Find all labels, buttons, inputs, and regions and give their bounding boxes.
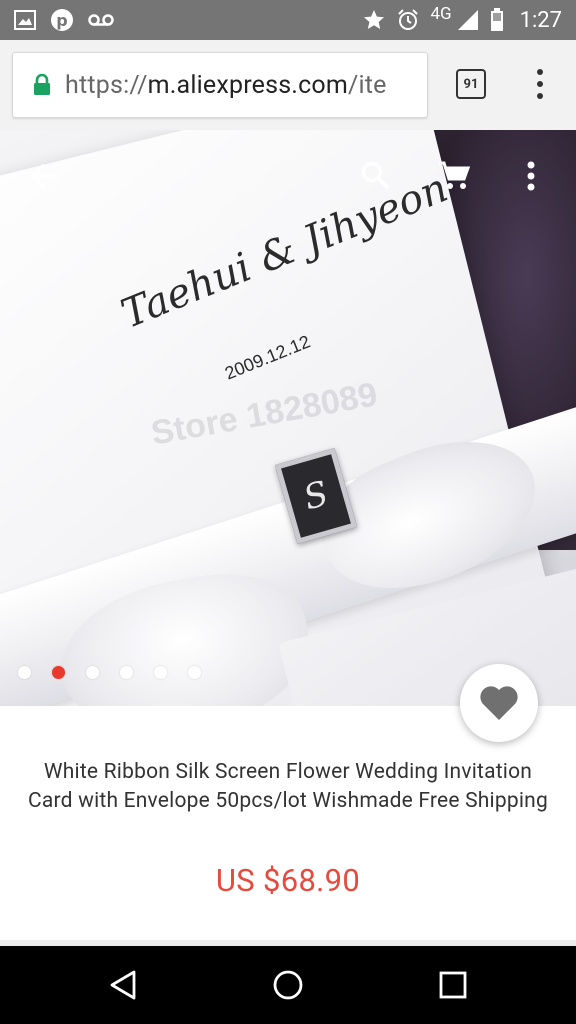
url-path: /ite [347,70,387,100]
back-arrow-icon [30,163,58,189]
recents-square-icon [439,971,467,999]
url-scheme: https:// [65,70,148,100]
product-price: US $68.90 [215,862,361,899]
tab-switcher-button[interactable]: 91 [456,69,486,99]
system-nav-bar [0,946,576,1024]
network-type: 4G [430,4,452,24]
home-circle-icon [273,970,303,1000]
carousel-dot[interactable] [120,666,133,679]
menu-dot [537,93,543,99]
search-button[interactable] [356,156,396,196]
battery-icon [490,8,504,32]
tab-count: 91 [463,76,479,92]
more-options-button[interactable] [511,156,551,196]
image-overlay-nav [0,130,576,220]
gallery-icon [14,10,36,30]
lock-icon [33,74,51,96]
cart-button[interactable] [434,156,474,196]
back-triangle-icon [110,970,136,1000]
search-icon [361,161,390,190]
nav-home-button[interactable] [258,955,318,1015]
carousel-dot[interactable] [18,666,31,679]
signal-icon [456,9,480,31]
product-info: White Ribbon Silk Screen Flower Wedding … [0,706,576,946]
carousel-dot[interactable] [188,666,201,679]
menu-dot [537,69,543,75]
star-icon [362,8,386,32]
favorite-button[interactable] [460,664,538,742]
voicemail-icon [88,13,114,27]
pinterest-icon: p [50,8,74,32]
nav-back-button[interactable] [93,955,153,1015]
carousel-indicators [18,666,201,679]
clock: 1:27 [519,7,562,33]
browser-toolbar: https://m.aliexpress.com/ite 91 [0,40,576,130]
emblem-letter: S [299,473,333,519]
carousel-dot[interactable] [86,666,99,679]
product-title[interactable]: White Ribbon Silk Screen Flower Wedding … [24,758,552,816]
url-bar[interactable]: https://m.aliexpress.com/ite [12,52,428,118]
browser-menu-button[interactable] [528,66,552,102]
back-button[interactable] [24,156,64,196]
product-image-carousel[interactable]: Taehui & Jihyeon 2009.12.12 Store 182808… [0,130,576,706]
cart-icon [439,161,471,189]
more-vert-icon [527,161,535,191]
url-host: m.aliexpress.com [147,70,348,100]
url-text: https://m.aliexpress.com/ite [65,71,387,100]
carousel-dot[interactable] [52,666,65,679]
nav-recents-button[interactable] [423,955,483,1015]
status-bar: p 4G 1:27 [0,0,576,40]
carousel-dot[interactable] [154,666,167,679]
alarm-icon [396,8,420,32]
heart-icon [480,686,518,720]
svg-text:p: p [56,11,67,30]
menu-dot [537,81,543,87]
